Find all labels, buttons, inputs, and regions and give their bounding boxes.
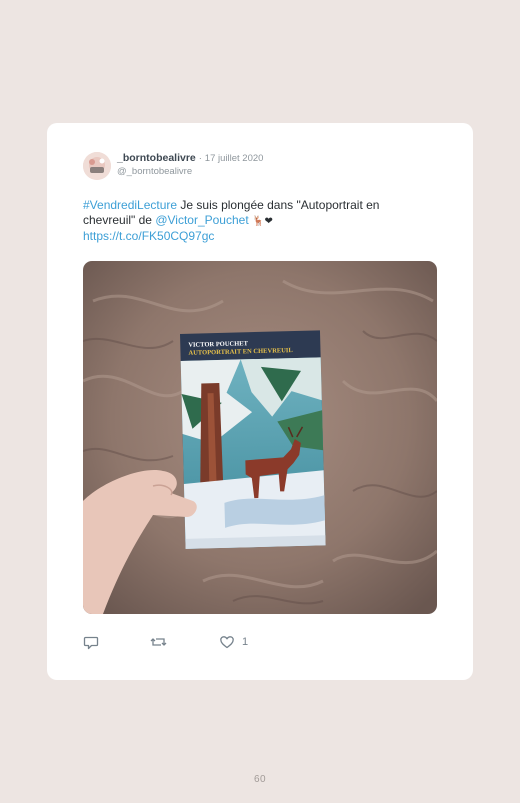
retweet-icon	[150, 638, 167, 646]
tweet-url-link[interactable]: https://t.co/FK50CQ97gc	[83, 229, 214, 243]
avatar-image	[83, 152, 111, 180]
tweet-photo[interactable]: VICTOR POUCHET AUTOPORTRAIT EN CHEVREUIL	[83, 261, 437, 614]
username[interactable]: _borntobealivre	[117, 152, 196, 164]
mention-link[interactable]: @Victor_Pouchet	[155, 213, 248, 227]
emoji-deer-heart: 🦌❤	[252, 216, 273, 227]
reply-icon	[83, 636, 99, 650]
like-button[interactable]: 1	[219, 634, 248, 650]
tweet-text: #VendrediLecture Je suis plongée dans "A…	[83, 198, 423, 244]
hashtag-link[interactable]: #VendrediLecture	[83, 198, 177, 212]
tweet-date[interactable]: 17 juillet 2020	[205, 153, 264, 164]
book-photo-image: VICTOR POUCHET AUTOPORTRAIT EN CHEVREUIL	[83, 261, 437, 614]
separator: ·	[198, 153, 202, 164]
like-count: 1	[242, 636, 249, 648]
user-handle[interactable]: @_borntobealivre	[117, 166, 192, 177]
tweet-header: _borntobealivre · 17 juillet 2020	[117, 152, 263, 164]
page-number: 60	[253, 774, 267, 785]
tweet-actions: 1	[83, 634, 383, 652]
reply-button[interactable]	[83, 634, 99, 650]
avatar[interactable]	[83, 152, 111, 180]
heart-icon	[220, 636, 234, 649]
retweet-button[interactable]	[150, 634, 167, 650]
